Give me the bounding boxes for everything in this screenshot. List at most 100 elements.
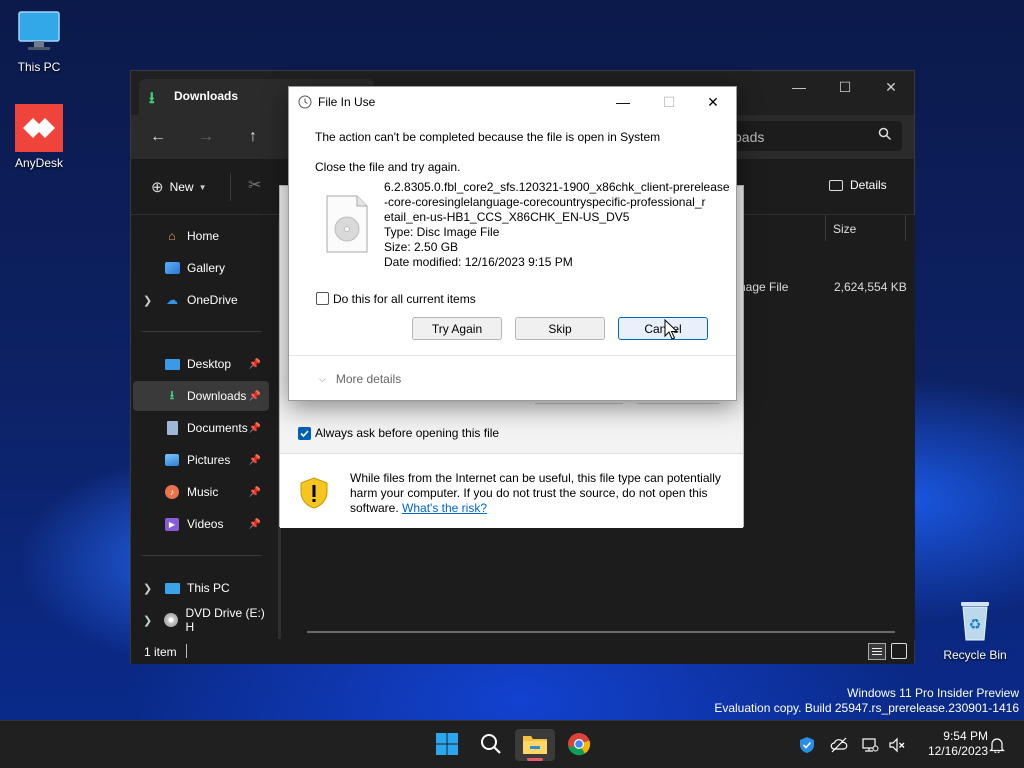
monitor-icon — [15, 8, 63, 56]
dialog-minimize-button[interactable]: — — [600, 87, 646, 117]
network-icon[interactable] — [860, 735, 880, 755]
always-ask-checkbox[interactable] — [298, 427, 311, 440]
security-warning-footer: While files from the Internet can be use… — [280, 453, 743, 528]
desktop-icon-recycle-bin[interactable]: ♻ Recycle Bin — [940, 596, 1010, 662]
dialog-close-button[interactable]: ✕ — [690, 87, 736, 117]
forward-arrow-icon[interactable]: → — [191, 123, 221, 151]
desktop-icon-this-pc[interactable]: This PC — [4, 8, 74, 74]
explorer-minimize-button[interactable]: — — [776, 71, 822, 103]
taskbar: 9:54 PM 12/16/2023 — [0, 720, 1024, 768]
explorer-close-button[interactable]: ✕ — [868, 71, 914, 103]
up-arrow-icon[interactable]: ↑ — [238, 123, 268, 151]
tiles-view-icon[interactable] — [891, 643, 907, 659]
desktop-icon-label: This PC — [17, 60, 61, 74]
sidebar-item-videos[interactable]: ▶ Videos 📌 — [133, 509, 269, 539]
sidebar-item-label: DVD Drive (E:) H — [185, 606, 265, 634]
chrome-icon — [567, 732, 591, 759]
search-icon — [878, 127, 892, 144]
home-icon: ⌂ — [168, 229, 176, 243]
dvd-drive-icon — [163, 612, 179, 628]
dialog-message: The action can't be completed because th… — [315, 130, 661, 144]
sidebar-item-home[interactable]: ⌂ Home — [133, 221, 269, 251]
sidebar-item-dvd-drive[interactable]: ❯ DVD Drive (E:) H — [133, 605, 269, 635]
file-in-use-dialog: File In Use — ☐ ✕ The action can't be co… — [288, 86, 737, 401]
sidebar-item-this-pc[interactable]: ❯ This PC — [133, 573, 269, 603]
cancel-button[interactable]: Cancel — [618, 317, 708, 340]
sidebar-divider — [141, 555, 261, 556]
sidebar-item-label: This PC — [187, 581, 230, 595]
taskbar-file-explorer[interactable] — [515, 729, 555, 761]
monitor-icon — [163, 580, 181, 596]
sidebar-item-desktop[interactable]: Desktop 📌 — [133, 349, 269, 379]
back-arrow-icon[interactable]: ← — [143, 123, 173, 151]
try-again-button[interactable]: Try Again — [412, 317, 502, 340]
speaker-muted-icon[interactable] — [887, 735, 907, 755]
new-button[interactable]: ⊕ New ▼ — [151, 178, 207, 196]
column-divider — [905, 215, 906, 241]
horizontal-scrollbar[interactable] — [307, 631, 895, 633]
details-pane-icon — [829, 179, 843, 191]
chevron-down-icon[interactable]: ❯ — [143, 614, 152, 627]
chevron-right-icon[interactable]: ❯ — [143, 294, 152, 307]
mouse-cursor-icon — [664, 318, 679, 344]
item-count: 1 item — [144, 645, 177, 659]
search-icon — [480, 733, 502, 758]
anydesk-icon — [15, 104, 63, 152]
system-clock[interactable]: 9:54 PM 12/16/2023 — [912, 729, 988, 759]
sidebar-item-documents[interactable]: Documents 📌 — [133, 413, 269, 443]
plus-icon: ⊕ — [151, 179, 164, 196]
column-divider — [825, 215, 826, 241]
pin-icon: 📌 — [248, 486, 261, 498]
more-details-toggle[interactable]: ⌵ More details — [319, 372, 401, 386]
pin-icon: 📌 — [248, 518, 261, 530]
svg-text:♻: ♻ — [969, 617, 982, 633]
dialog-instruction: Close the file and try again. — [315, 160, 461, 174]
active-app-indicator — [527, 758, 543, 761]
sidebar-divider — [141, 331, 261, 332]
security-warning-text: While files from the Internet can be use… — [350, 471, 730, 516]
do-this-for-all-checkbox[interactable] — [316, 292, 329, 305]
taskbar-chrome[interactable] — [559, 729, 599, 761]
chevron-down-icon: ⌵ — [319, 373, 326, 384]
clock-icon — [298, 95, 312, 112]
chevron-right-icon[interactable]: ❯ — [143, 582, 152, 595]
search-button[interactable] — [471, 729, 511, 761]
search-text: oads — [734, 129, 765, 145]
explorer-statusbar: 1 item — [131, 640, 914, 664]
recycle-bin-icon: ♻ — [951, 596, 999, 644]
desktop-icon-anydesk[interactable]: AnyDesk — [4, 104, 74, 170]
sidebar-item-label: Home — [187, 229, 220, 243]
whats-the-risk-link[interactable]: What's the risk? — [402, 501, 487, 515]
file-name-line: -core-coresinglelanguage-corecountryspec… — [384, 195, 706, 209]
sidebar-item-label: Videos — [187, 517, 224, 531]
sidebar-item-pictures[interactable]: Pictures 📌 — [133, 445, 269, 475]
dialog-title: File In Use — [318, 95, 376, 109]
file-details: 6.2.8305.0.fbl_core2_sfs.120321-1900_x86… — [384, 180, 730, 270]
picture-icon — [163, 452, 181, 468]
cut-icon[interactable]: ✂ — [248, 175, 261, 195]
sidebar-item-music[interactable]: ♪ Music 📌 — [133, 477, 269, 507]
download-icon: ⭳ — [169, 387, 175, 402]
always-ask-label: Always ask before opening this file — [315, 426, 500, 440]
file-name-line: etail_en-us-HB1_CCS_X86CHK_EN-US_DV5 — [384, 210, 630, 224]
explorer-maximize-button[interactable]: ☐ — [822, 71, 868, 103]
dialog-divider — [289, 355, 736, 356]
sidebar-item-gallery[interactable]: Gallery — [133, 253, 269, 283]
sidebar-item-label: Music — [187, 485, 219, 499]
column-header-size[interactable]: Size — [833, 222, 856, 236]
sidebar-item-onedrive[interactable]: ❯ ☁ OneDrive — [133, 285, 269, 315]
start-button[interactable] — [427, 729, 467, 761]
details-button[interactable]: Details — [829, 178, 887, 192]
music-icon: ♪ — [163, 484, 181, 500]
windows-security-icon[interactable] — [797, 735, 817, 755]
skip-button[interactable]: Skip — [515, 317, 605, 340]
explorer-search-box[interactable]: oads — [726, 121, 902, 151]
dialog-titlebar: File In Use — ☐ ✕ — [289, 87, 736, 117]
sidebar-item-downloads[interactable]: ⭳ Downloads 📌 — [133, 381, 269, 411]
details-view-icon[interactable] — [868, 643, 886, 660]
dialog-maximize-button[interactable]: ☐ — [646, 87, 692, 117]
desktop-folder-icon — [163, 356, 181, 372]
cloud-offline-icon[interactable] — [829, 735, 849, 755]
document-icon — [163, 420, 181, 436]
notification-bell-icon[interactable] — [987, 735, 1007, 755]
